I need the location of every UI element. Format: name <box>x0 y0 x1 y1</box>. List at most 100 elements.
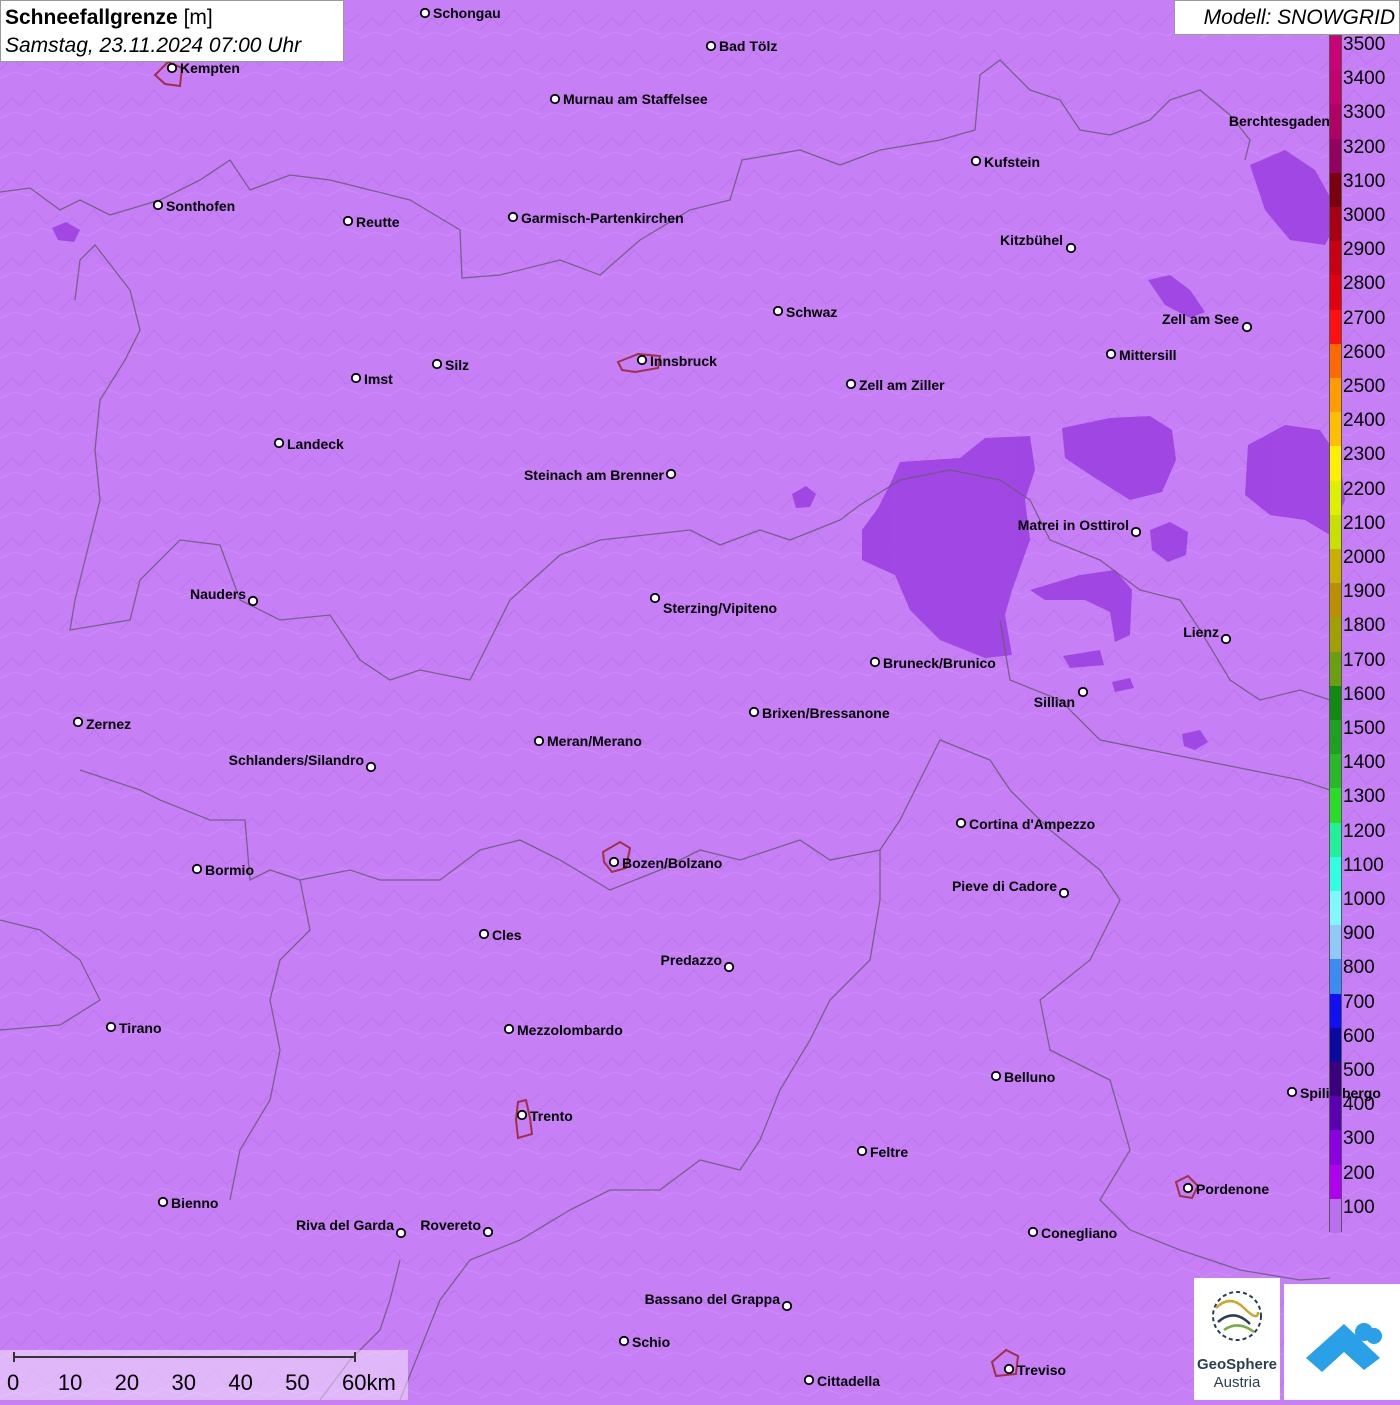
city-cittadella: Cittadella <box>803 1373 880 1389</box>
city-label: Meran/Merano <box>547 733 642 749</box>
city-label: Bad Tölz <box>719 38 777 54</box>
city-label: Cles <box>492 927 522 943</box>
legend-swatch <box>1330 1130 1341 1166</box>
city-dot <box>157 1196 169 1208</box>
city-dot <box>431 358 443 370</box>
city-label: Treviso <box>1017 1362 1066 1378</box>
title-unit: [m] <box>183 6 213 29</box>
city-label: Lienz <box>1183 624 1219 640</box>
legend-swatch <box>1330 378 1341 413</box>
city-dot <box>482 1226 494 1238</box>
city-dot <box>665 468 677 480</box>
city-zell-am-ziller: Zell am Ziller <box>845 377 945 393</box>
model-label: Modell: SNOWGRID <box>1203 6 1395 29</box>
city-dot <box>72 716 84 728</box>
legend-label: 300 <box>1343 1128 1375 1150</box>
city-dot <box>191 863 203 875</box>
geosphere-country: Austria <box>1213 1374 1261 1391</box>
city-dot <box>955 817 967 829</box>
legend-label: 2700 <box>1343 307 1386 329</box>
city-label: Silz <box>445 357 469 373</box>
city-label: Bassano del Grappa <box>645 1291 781 1307</box>
legend-label: 3000 <box>1343 205 1386 226</box>
legend-label: 2900 <box>1343 239 1386 261</box>
city-dot <box>856 1145 868 1157</box>
legend-label: 1800 <box>1343 615 1386 637</box>
city-dot <box>869 656 881 668</box>
legend-label: 3400 <box>1343 68 1386 90</box>
city-label: Cittadella <box>817 1373 880 1389</box>
city-dot <box>1286 1086 1298 1098</box>
city-label: Tirano <box>119 1020 162 1036</box>
legend-swatch <box>1330 720 1341 755</box>
city-label: Riva del Garda <box>296 1217 394 1233</box>
legend-label: 2200 <box>1343 478 1386 500</box>
city-dot <box>636 354 648 366</box>
legend-label: 600 <box>1343 1025 1375 1047</box>
city-dot <box>273 437 285 449</box>
city-dot <box>549 93 561 105</box>
snowfall-limit-map: Schongau Bad Tölz Kempten Murnau am Staf… <box>0 0 1400 1400</box>
legend-swatch <box>1330 583 1341 618</box>
legend-swatch <box>1330 549 1341 584</box>
city-label: Zernez <box>86 716 131 732</box>
city-label: Belluno <box>1004 1069 1055 1085</box>
legend-label: 3300 <box>1343 102 1386 124</box>
scale-label: 10 <box>57 1370 83 1395</box>
legend-swatch <box>1330 36 1341 71</box>
city-label: Cortina d'Ampezzo <box>969 816 1095 832</box>
scale-label: 40 <box>228 1370 253 1395</box>
legend-swatch <box>1330 925 1341 960</box>
legend-swatch <box>1330 754 1341 789</box>
legend-swatch <box>1330 480 1341 516</box>
forecast-date: Samstag, 23.11.2024 07:00 Uhr <box>5 34 302 57</box>
city-label: Zell am See <box>1162 311 1239 327</box>
legend-label: 2000 <box>1343 547 1386 568</box>
city-murnau: Murnau am Staffelsee <box>549 91 708 107</box>
legend-label: 1000 <box>1343 889 1386 910</box>
scale-bar: 0 10 20 30 40 50 60km <box>0 1350 408 1400</box>
city-label: Kempten <box>180 60 240 76</box>
city-label: Landeck <box>287 436 344 452</box>
city-mezzolombardo: Mezzolombardo <box>503 1022 623 1038</box>
legend-swatch <box>1330 1198 1341 1234</box>
city-label: Rovereto <box>420 1217 481 1233</box>
legend-label: 2400 <box>1343 410 1386 432</box>
city-dot <box>350 372 362 384</box>
city-dot <box>1077 686 1089 698</box>
city-label: Murnau am Staffelsee <box>563 91 708 107</box>
legend-swatch <box>1330 412 1341 447</box>
city-bruneck: Bruneck/Brunico <box>869 655 996 671</box>
legend-swatch <box>1330 1062 1341 1097</box>
city-dot <box>365 761 377 773</box>
snowgrid-logo <box>1284 1284 1400 1400</box>
city-label: Sterzing/Vipiteno <box>663 600 777 616</box>
city-dot <box>845 378 857 390</box>
legend-swatch <box>1330 788 1341 824</box>
city-label: Mittersill <box>1119 347 1177 363</box>
city-label: Berchtesgaden <box>1229 113 1330 129</box>
city-label: Bruneck/Brunico <box>883 655 996 671</box>
city-label: Kitzbühel <box>1000 232 1063 248</box>
legend-label: 100 <box>1343 1196 1375 1218</box>
legend-swatch <box>1330 207 1341 242</box>
city-label: Mezzolombardo <box>517 1022 623 1038</box>
city-dot <box>618 1335 630 1347</box>
city-dot <box>419 7 431 19</box>
title-parameter: Schneefallgrenze <box>5 6 178 29</box>
legend-swatch <box>1330 1096 1341 1131</box>
legend-swatch <box>1330 138 1341 174</box>
city-label: Innsbruck <box>650 353 717 369</box>
city-label: Bienno <box>171 1195 218 1211</box>
legend-label: 3100 <box>1343 170 1386 192</box>
legend-label: 2600 <box>1343 341 1386 363</box>
city-dot <box>152 199 164 211</box>
city-steinach: Steinach am Brenner <box>524 467 677 483</box>
mountain-cloud-icon <box>1306 1323 1382 1372</box>
legend-label: 800 <box>1343 957 1375 979</box>
city-cortina: Cortina d'Ampezzo <box>955 816 1095 832</box>
legend-label: 1600 <box>1343 683 1386 705</box>
legend-label: 1400 <box>1343 752 1386 774</box>
city-schongau: Schongau <box>419 5 501 21</box>
geosphere-name: GeoSphere <box>1196 1356 1278 1373</box>
